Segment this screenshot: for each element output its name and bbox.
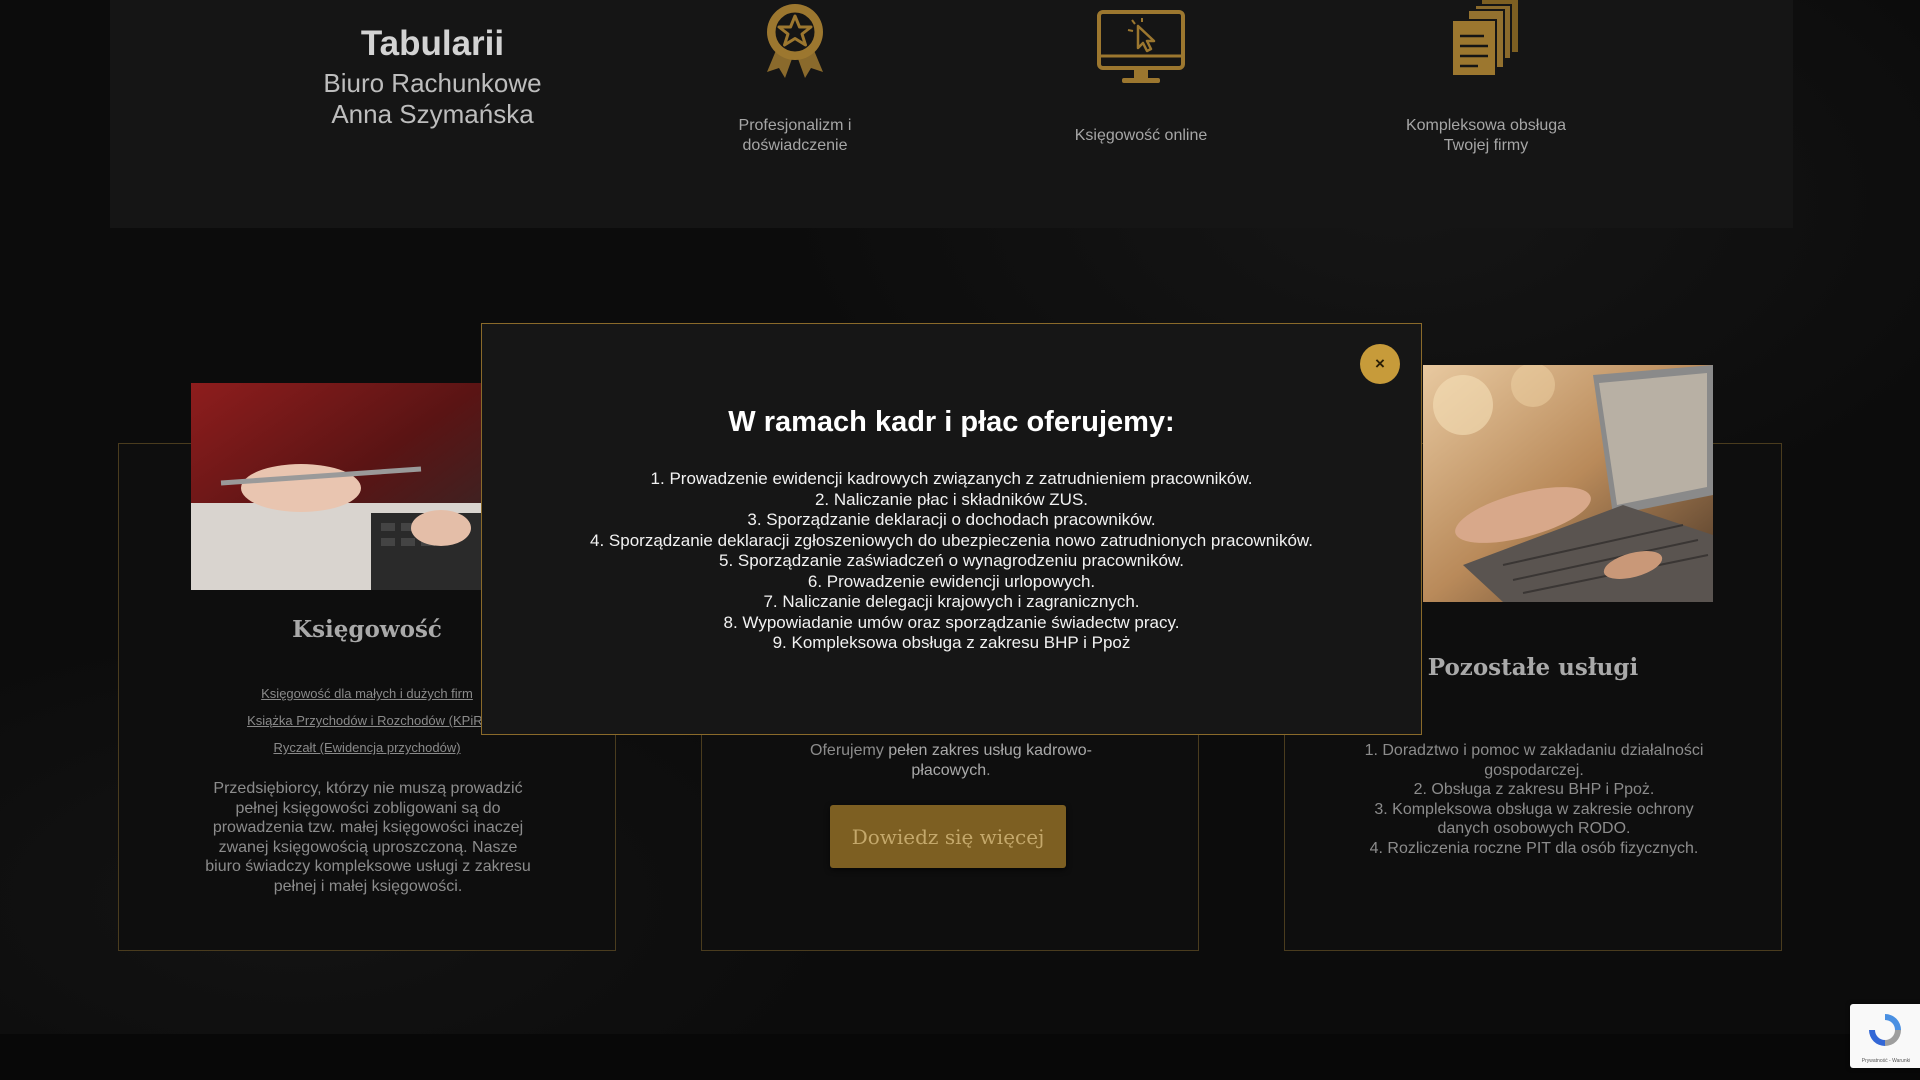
list-item: 5. Sporządzanie zaświadczeń o wynagrodze… xyxy=(719,551,1184,570)
documents-stack-icon xyxy=(1451,0,1518,77)
feature-label: Profesjonalizm i xyxy=(738,117,852,134)
recaptcha-text[interactable]: Prywatność - Warunki xyxy=(1854,1058,1918,1064)
list-item: 2. Naliczanie płac i składników ZUS. xyxy=(814,489,1089,509)
laptop-photo xyxy=(1423,365,1713,602)
modal-dialog: × W ramach kadr i płac oferujemy: 1. Pro… xyxy=(481,323,1422,735)
list-item: 4. Sporządzanie deklaracji zgłoszeniowyc… xyxy=(590,530,1313,550)
close-icon[interactable]: × xyxy=(1360,344,1400,384)
list-item: 3. Sporządzanie deklaracji o dochodach p… xyxy=(747,510,1156,529)
feature-online: Księgowość online xyxy=(1011,0,1271,146)
list-item: 6. Prowadzenie ewidencji urlopowych. xyxy=(807,571,1096,591)
card-description: Oferujemy pełen zakres usług kadrowo-pła… xyxy=(802,741,1100,780)
accounting-photo xyxy=(191,383,487,590)
modal-list: 1. Prowadzenie ewidencji kadrowych związ… xyxy=(482,469,1421,654)
list-item: 9. Kompleksowa obsługa z zakresu BHP i P… xyxy=(772,633,1131,652)
list-item: 2. Obsługa z zakresu BHP i Ppoż. xyxy=(1413,781,1655,798)
features-band: Tabularii Biuro Rachunkowe Anna Szymańsk… xyxy=(110,0,1793,228)
award-medal-icon xyxy=(767,4,823,78)
brand-block: Tabularii Biuro Rachunkowe Anna Szymańsk… xyxy=(110,20,755,130)
feature-label: Twojej firmy xyxy=(1443,137,1529,154)
services-list: 1. Doradztwo i pomoc w zakładaniu działa… xyxy=(1355,741,1713,858)
recaptcha-badge[interactable]: Prywatność - Warunki xyxy=(1850,1004,1920,1068)
list-item: 7. Naliczanie delegacji krajowych i zagr… xyxy=(763,592,1140,611)
feature-label: doświadczenie xyxy=(742,137,848,154)
feature-label: Kompleksowa obsługa xyxy=(1405,117,1567,134)
modal-title: W ramach kadr i płac oferujemy: xyxy=(728,406,1175,438)
text-suffix: . xyxy=(986,761,991,779)
list-item: 3. Kompleksowa obsługa w zakresie ochron… xyxy=(1374,800,1694,838)
card-description: Przedsiębiorcy, którzy nie muszą prowadz… xyxy=(205,780,531,895)
list-item: 8. Wypowiadanie umów oraz sporządzanie ś… xyxy=(723,612,1180,632)
list-item: 1. Prowadzenie ewidencji kadrowych związ… xyxy=(650,469,1253,488)
learn-more-button[interactable]: Dowiedz się więcej xyxy=(830,805,1066,868)
text-prefix: Oferujemy xyxy=(810,742,889,759)
recaptcha-icon xyxy=(1869,1014,1901,1046)
brand-title: Tabularii xyxy=(360,24,505,63)
feature-label: Księgowość online xyxy=(1074,127,1208,144)
link-ryczalt[interactable]: Ryczałt (Ewidencja przychodów) xyxy=(119,734,615,761)
brand-subtitle-line2: Anna Szymańska xyxy=(331,99,534,129)
feature-complex-service: Kompleksowa obsługa Twojej firmy xyxy=(1356,0,1616,156)
list-item: 4. Rozliczenia roczne PIT dla osób fizyc… xyxy=(1369,839,1699,857)
computer-monitor-icon xyxy=(1097,10,1185,83)
brand-subtitle-line1: Biuro Rachunkowe xyxy=(323,68,542,98)
feature-professionalism: Profesjonalizm i doświadczenie xyxy=(665,0,925,156)
list-item: 1. Doradztwo i pomoc w zakładaniu działa… xyxy=(1364,742,1704,779)
footer-strip xyxy=(0,1034,1920,1080)
